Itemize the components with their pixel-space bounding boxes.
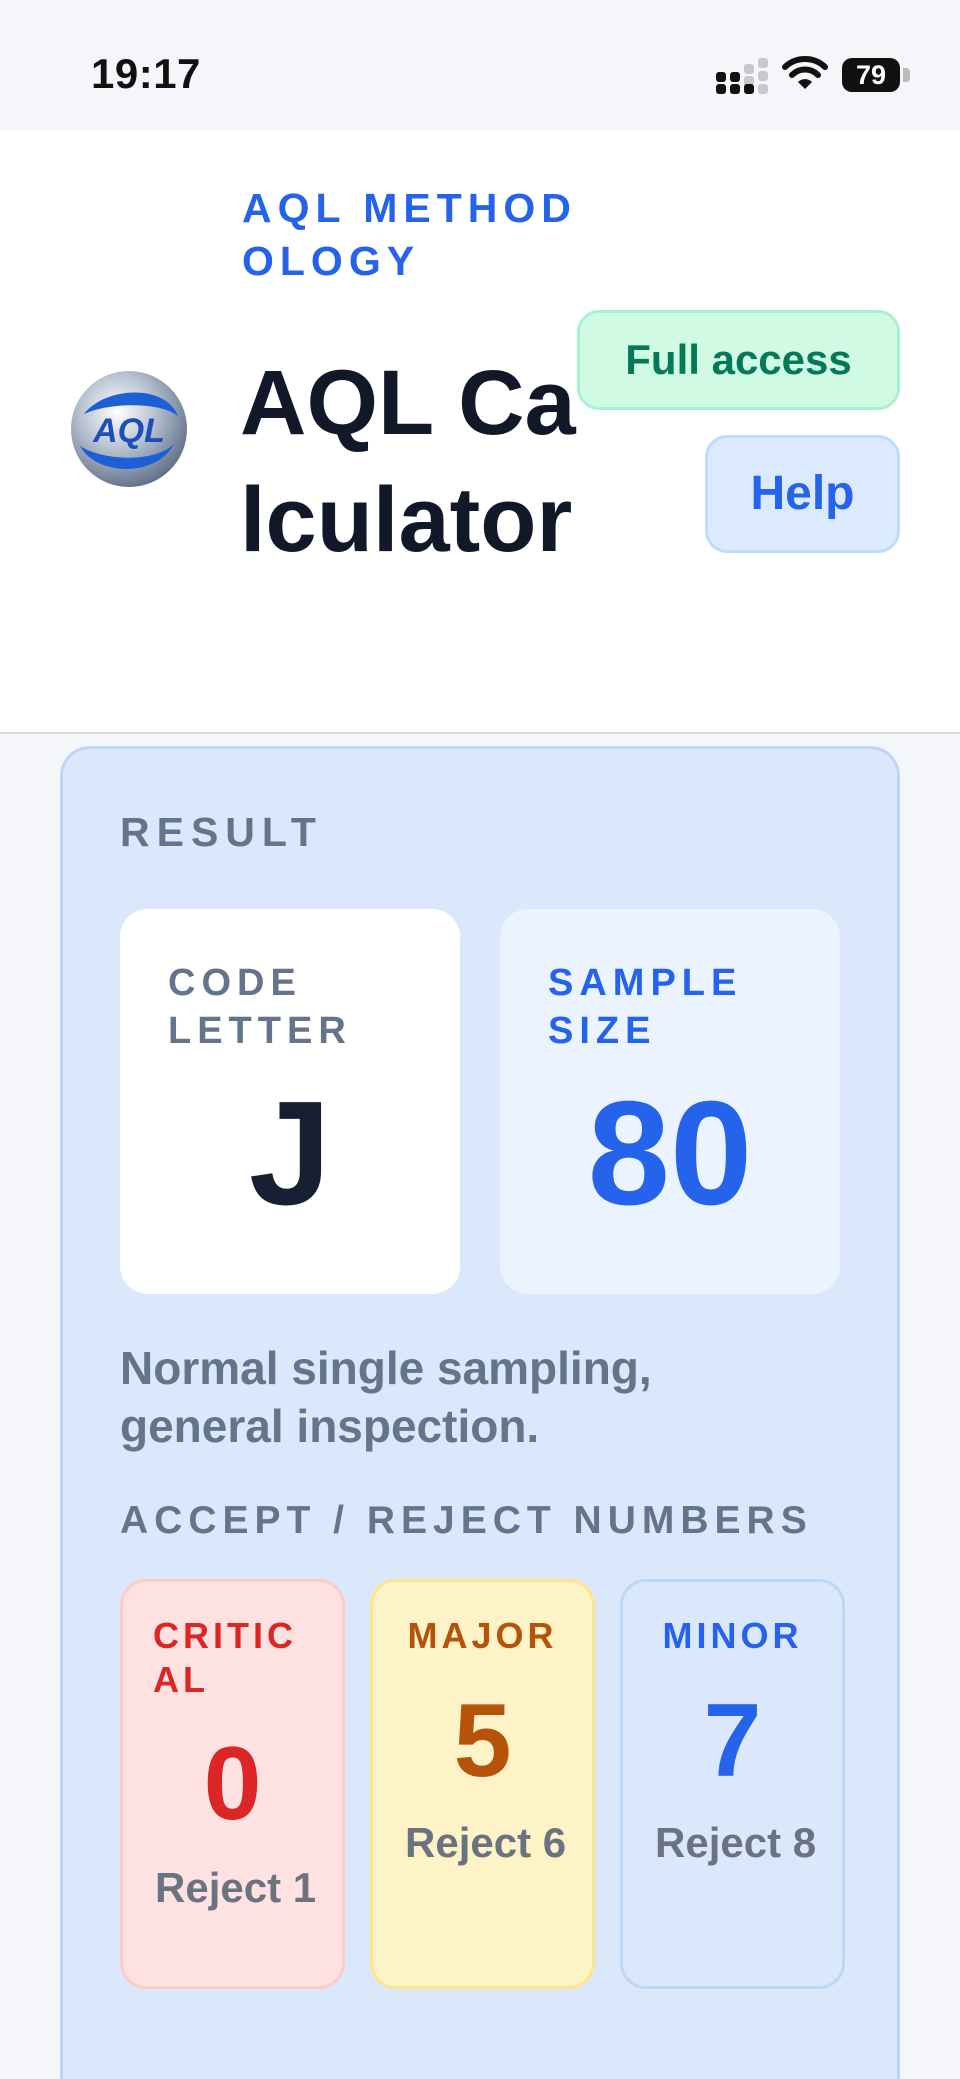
critical-card: CRITICAL 0 Reject 1 xyxy=(120,1579,345,1989)
critical-accept-number: 0 xyxy=(203,1726,262,1842)
major-title: MAJOR xyxy=(407,1615,558,1656)
code-letter-label: CODE LETTER xyxy=(168,962,352,1052)
status-time: 19:17 xyxy=(91,50,201,97)
battery-tip xyxy=(903,68,910,82)
code-letter-card: CODE LETTER J xyxy=(120,909,460,1294)
aql-logo-icon: AQL xyxy=(71,371,187,487)
sample-size-value: 80 xyxy=(587,1071,753,1236)
logo-text: AQL xyxy=(92,412,165,450)
page-title: AQL Calculator xyxy=(240,352,576,571)
code-letter-value: J xyxy=(248,1071,332,1236)
page-kicker: AQL METHODOLOGY xyxy=(242,185,577,284)
sampling-description: Normal single sampling, general inspecti… xyxy=(120,1342,652,1452)
minor-reject-number: Reject 8 xyxy=(655,1819,817,1866)
status-bar: 19:17 79 xyxy=(0,0,960,130)
minor-accept-number: 7 xyxy=(703,1683,762,1799)
battery-icon: 79 xyxy=(842,58,900,92)
app-header: AQL AQL METHODOLOGY AQL Calculator Full … xyxy=(0,130,960,734)
result-section-label: RESULT xyxy=(120,809,323,855)
cellular-signal-icon xyxy=(716,58,768,94)
minor-card: MINOR 7 Reject 8 xyxy=(620,1579,845,1989)
major-card: MAJOR 5 Reject 6 xyxy=(370,1579,595,1989)
major-reject-number: Reject 6 xyxy=(405,1819,567,1866)
critical-title: CRITICAL xyxy=(153,1615,297,1700)
major-accept-number: 5 xyxy=(453,1683,512,1799)
critical-reject-number: Reject 1 xyxy=(155,1864,317,1911)
sample-size-label: SAMPLE SIZE xyxy=(548,962,743,1052)
full-access-badge[interactable]: Full access xyxy=(577,310,900,410)
minor-title: MINOR xyxy=(662,1615,803,1656)
accept-reject-label: ACCEPT / REJECT NUMBERS xyxy=(120,1499,813,1542)
sample-size-card: SAMPLE SIZE 80 xyxy=(500,909,840,1294)
wifi-icon xyxy=(782,56,828,89)
result-card: RESULT CODE LETTER J SAMPLE SIZE 80 Norm… xyxy=(60,746,900,2079)
help-button[interactable]: Help xyxy=(705,435,900,553)
